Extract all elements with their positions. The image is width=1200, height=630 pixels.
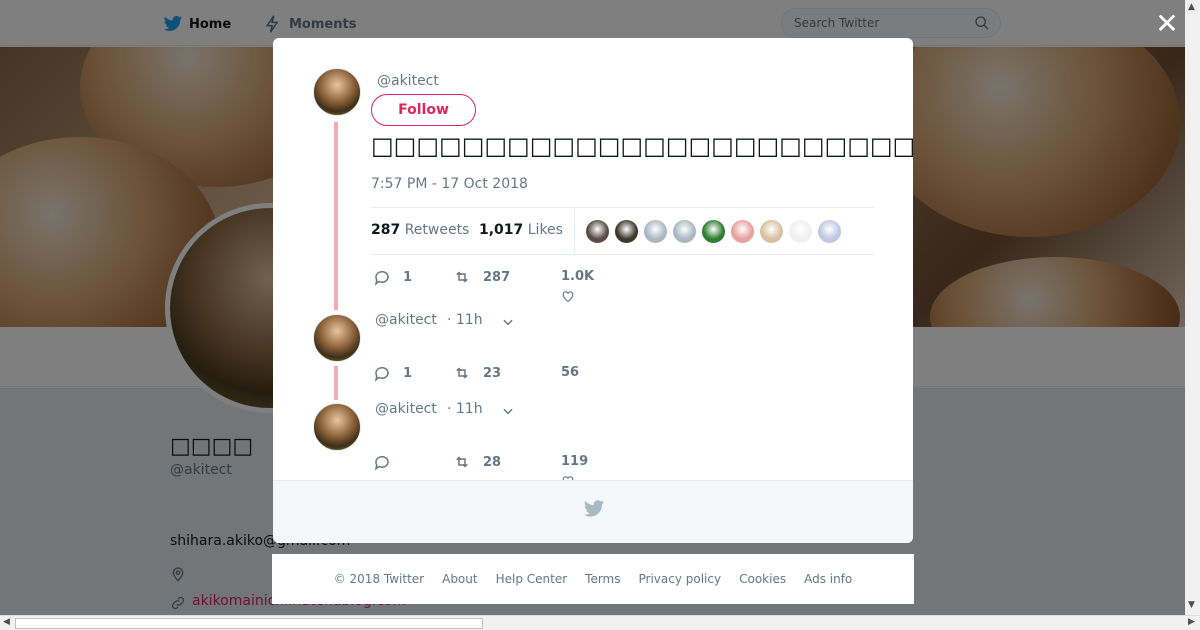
- retweet-action[interactable]: 23: [453, 364, 501, 382]
- retweet-action[interactable]: 287: [453, 268, 510, 286]
- scroll-up-icon[interactable]: ▲: [1188, 2, 1195, 12]
- retweet-icon: [456, 456, 468, 468]
- like-count: 1.0K: [561, 269, 595, 284]
- like-action[interactable]: 119: [561, 454, 589, 487]
- likes-count: 1,017: [479, 222, 524, 238]
- horizontal-scrollbar[interactable]: ◀ ▶: [0, 615, 1200, 630]
- reply-avatar[interactable]: [313, 403, 361, 451]
- footer-ads-link[interactable]: Ads info: [804, 572, 852, 586]
- footer-privacy-link[interactable]: Privacy policy: [639, 572, 722, 586]
- vertical-scrollbar[interactable]: ▲ ▼: [1185, 0, 1200, 615]
- retweets-label: Retweets: [404, 222, 470, 238]
- retweet-count: 287: [483, 269, 511, 285]
- heart-icon: [562, 291, 574, 302]
- scroll-right-icon[interactable]: ▶: [1188, 617, 1195, 627]
- footer-terms-link[interactable]: Terms: [585, 572, 620, 586]
- retweet-icon: [456, 367, 468, 379]
- tweet-handle[interactable]: @akitect: [377, 73, 439, 89]
- tweet-modal: @akitect Follow □□□□□□□□□□□□□□□□□□□□□□□□…: [273, 38, 913, 543]
- scroll-left-icon[interactable]: ◀: [3, 617, 10, 627]
- like-action[interactable]: 1.0K: [561, 269, 595, 302]
- reply-icon: [374, 366, 389, 382]
- reply-count: 1: [403, 269, 413, 285]
- retweet-count: 23: [483, 365, 502, 381]
- reply-count: 1: [403, 365, 413, 381]
- reply-time[interactable]: · 11h: [447, 312, 483, 328]
- liker-avatar[interactable]: [701, 219, 726, 244]
- liker-avatar[interactable]: [672, 219, 697, 244]
- footer-cookies-link[interactable]: Cookies: [739, 572, 786, 586]
- retweets-count: 287: [371, 222, 401, 238]
- tweet-stats: 287 Retweets 1,017 Likes: [371, 207, 874, 255]
- reply-action[interactable]: [373, 453, 403, 471]
- liker-avatar[interactable]: [643, 219, 668, 244]
- likes-label: Likes: [527, 222, 563, 238]
- retweet-count: 28: [483, 454, 502, 470]
- chevron-down-icon[interactable]: [501, 315, 515, 329]
- scroll-down-icon[interactable]: ▼: [1188, 600, 1195, 610]
- reply-icon: [374, 270, 389, 286]
- reply-handle[interactable]: @akitect: [375, 312, 437, 328]
- tweet-timestamp[interactable]: 7:57 PM - 17 Oct 2018: [371, 176, 528, 192]
- reply-avatar[interactable]: [313, 314, 361, 362]
- reply-action[interactable]: 1: [373, 268, 412, 286]
- reply-time[interactable]: · 11h: [447, 401, 483, 417]
- follow-button[interactable]: Follow: [371, 94, 476, 126]
- close-icon[interactable]: ✕: [1155, 10, 1179, 38]
- modal-footer: [273, 480, 913, 543]
- retweet-action[interactable]: 28: [453, 453, 501, 471]
- reply-icon: [374, 455, 389, 471]
- reply-action[interactable]: 1: [373, 364, 412, 382]
- liker-avatar[interactable]: [759, 219, 784, 244]
- likes-stat[interactable]: 1,017 Likes: [479, 222, 563, 238]
- stats-divider: [574, 208, 575, 254]
- liker-avatar[interactable]: [614, 219, 639, 244]
- horizontal-scroll-thumb[interactable]: [15, 618, 483, 629]
- page-footer: © 2018 Twitter About Help Center Terms P…: [272, 554, 914, 604]
- chevron-down-icon[interactable]: [501, 404, 515, 418]
- retweet-icon: [456, 271, 468, 283]
- liker-avatar[interactable]: [817, 219, 842, 244]
- reply-handle[interactable]: @akitect: [375, 401, 437, 417]
- thread-line: [334, 366, 338, 400]
- thread-line: [334, 122, 338, 310]
- liker-avatar[interactable]: [788, 219, 813, 244]
- tweet-text: □□□□□□□□□□□□□□□□□□□□□□□□□□□□□□□□□□□□□□□□…: [371, 132, 913, 160]
- footer-copyright: © 2018 Twitter: [333, 572, 425, 586]
- like-count: 56: [561, 365, 580, 380]
- like-count: 119: [561, 454, 589, 469]
- liker-avatar[interactable]: [730, 219, 755, 244]
- footer-about-link[interactable]: About: [442, 572, 477, 586]
- like-action[interactable]: 56: [561, 365, 579, 380]
- tweet-avatar[interactable]: [313, 68, 361, 116]
- twitter-bird-icon: [583, 500, 605, 517]
- footer-help-link[interactable]: Help Center: [496, 572, 568, 586]
- liker-avatar[interactable]: [585, 219, 610, 244]
- retweets-stat[interactable]: 287 Retweets: [371, 222, 469, 238]
